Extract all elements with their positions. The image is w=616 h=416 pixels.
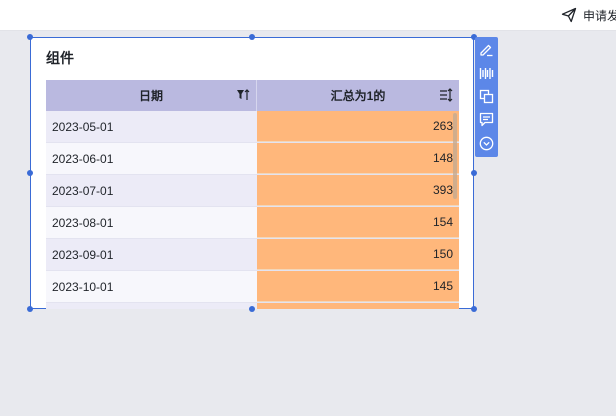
more-button[interactable] bbox=[477, 134, 496, 153]
column-header-date[interactable]: 日期 bbox=[46, 80, 257, 111]
comment-icon bbox=[479, 112, 494, 127]
table-row[interactable]: 2023-10-01 145 bbox=[46, 271, 459, 303]
value-cell: 148 bbox=[257, 143, 459, 174]
barcode-icon bbox=[479, 68, 494, 79]
table-row[interactable]: 2023-09-01 150 bbox=[46, 239, 459, 271]
value-cell: 145 bbox=[257, 271, 459, 302]
resize-handle-bottom-left[interactable] bbox=[27, 306, 33, 312]
value-cell: 393 bbox=[257, 175, 459, 206]
resize-handle-top[interactable] bbox=[249, 34, 255, 40]
resize-handle-bottom[interactable] bbox=[249, 306, 255, 312]
apply-button[interactable]: 申请发 bbox=[561, 6, 616, 24]
comment-button[interactable] bbox=[477, 110, 496, 129]
value-cell: 263 bbox=[257, 111, 459, 142]
table-row[interactable]: 2023-08-01 154 bbox=[46, 207, 459, 239]
edit-button[interactable] bbox=[477, 40, 496, 59]
resize-handle-top-left[interactable] bbox=[27, 34, 33, 40]
column-header-date-label: 日期 bbox=[138, 89, 163, 103]
table-row[interactable]: 2023-05-01 263 bbox=[46, 111, 459, 143]
date-cell: 2023-08-01 bbox=[52, 215, 114, 230]
table-scrollbar[interactable] bbox=[453, 113, 457, 199]
column-header-value-label: 汇总为1的 bbox=[330, 89, 386, 103]
data-button[interactable] bbox=[477, 64, 496, 83]
value-cell: 154 bbox=[257, 207, 459, 238]
widget-title: 组件 bbox=[46, 50, 74, 66]
value-cell bbox=[257, 303, 459, 309]
widget-toolbar bbox=[475, 37, 498, 157]
resize-handle-left[interactable] bbox=[27, 170, 33, 176]
date-cell: 2023-06-01 bbox=[52, 151, 114, 166]
apply-label: 申请发 bbox=[583, 8, 616, 23]
chevron-down-circle-icon bbox=[479, 136, 494, 151]
table-header: 日期 汇总为1的 bbox=[46, 80, 459, 111]
filter-sort-icon[interactable] bbox=[236, 88, 250, 102]
resize-handle-right[interactable] bbox=[471, 170, 477, 176]
table-widget[interactable]: 组件 日期 汇总为1的 2023-05-01 263 2023-06-01 14… bbox=[27, 34, 477, 312]
column-header-value[interactable]: 汇总为1的 bbox=[257, 80, 459, 111]
data-table: 日期 汇总为1的 2023-05-01 263 2023-06-01 148 2… bbox=[46, 80, 459, 309]
copy-icon bbox=[479, 89, 494, 104]
table-row[interactable]: 2023-06-01 148 bbox=[46, 143, 459, 175]
edit-icon bbox=[480, 44, 493, 57]
date-cell bbox=[46, 303, 257, 309]
table-row[interactable]: 2023-07-01 393 bbox=[46, 175, 459, 207]
copy-button[interactable] bbox=[477, 87, 496, 106]
date-cell: 2023-10-01 bbox=[52, 279, 114, 294]
table-body: 2023-05-01 263 2023-06-01 148 2023-07-01… bbox=[46, 111, 459, 309]
date-cell: 2023-09-01 bbox=[52, 247, 114, 262]
sort-icon[interactable] bbox=[439, 88, 453, 102]
send-icon bbox=[561, 7, 577, 23]
date-cell: 2023-05-01 bbox=[52, 119, 114, 134]
date-cell: 2023-07-01 bbox=[52, 183, 114, 198]
value-cell: 150 bbox=[257, 239, 459, 270]
resize-handle-bottom-right[interactable] bbox=[471, 306, 477, 312]
top-bar: 申请发 bbox=[0, 0, 616, 31]
